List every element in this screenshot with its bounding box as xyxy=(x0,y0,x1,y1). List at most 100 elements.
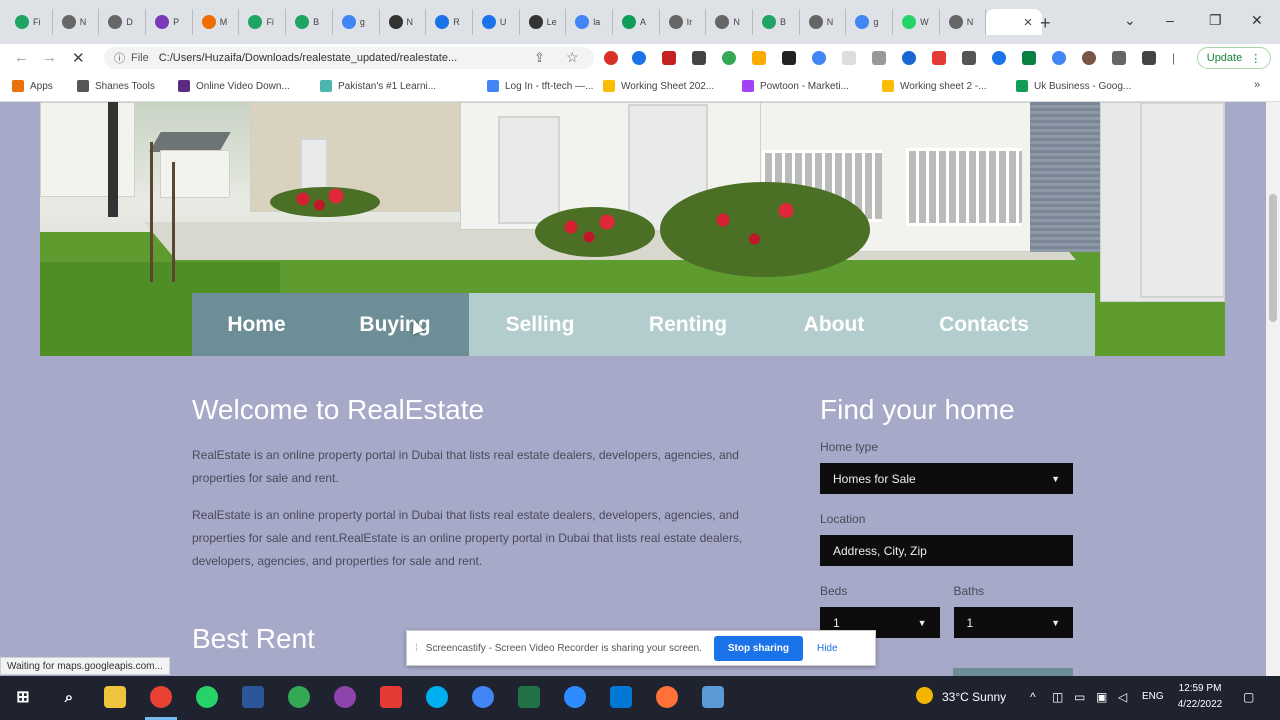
share-icon[interactable]: ⇪ xyxy=(534,50,545,66)
new-tab-button[interactable]: + xyxy=(1040,13,1051,34)
page-scrollbar[interactable] xyxy=(1266,102,1280,676)
baths-select[interactable]: 1 ▼ xyxy=(953,607,1073,638)
scrollbar-thumb[interactable] xyxy=(1269,194,1277,322)
screen-recorder-taskbar-icon[interactable] xyxy=(380,686,402,708)
forward-icon[interactable]: → xyxy=(42,49,57,66)
bookmark-item[interactable]: Working sheet 2 -... xyxy=(882,80,987,92)
extension-a-icon[interactable] xyxy=(782,51,796,65)
word-taskbar-icon[interactable] xyxy=(242,686,264,708)
more-menu-icon[interactable]: ⋮ xyxy=(1250,52,1261,65)
browser-tab[interactable]: la xyxy=(566,9,613,35)
file-explorer-icon[interactable] xyxy=(104,686,126,708)
weather-sun-icon[interactable] xyxy=(916,687,933,704)
volume-icon[interactable]: ◁ xyxy=(1118,690,1127,704)
vscode-taskbar-icon[interactable] xyxy=(610,686,632,708)
nav-contacts[interactable]: Contacts xyxy=(903,293,1065,356)
extension-dark-icon[interactable] xyxy=(692,51,706,65)
browser-tab[interactable]: g xyxy=(846,9,894,35)
browser-tab[interactable]: N xyxy=(53,9,100,35)
camera-icon[interactable]: ▣ xyxy=(1096,690,1107,704)
extension-pdf-icon[interactable] xyxy=(662,51,676,65)
photos-taskbar-icon[interactable] xyxy=(702,686,724,708)
nav-buying[interactable]: Buying xyxy=(321,293,469,356)
tray-overflow-icon[interactable]: ^ xyxy=(1030,690,1036,704)
bookmark-item[interactable]: Shanes Tools xyxy=(77,80,155,92)
extension-green-icon[interactable] xyxy=(722,51,736,65)
firefox-taskbar-icon[interactable] xyxy=(656,686,678,708)
browser-tab[interactable]: N xyxy=(706,9,753,35)
bookmarks-more-icon[interactable]: » xyxy=(1254,79,1260,91)
address-bar[interactable]: ⓘ File C:/Users/Huzaifa/Downloads/reales… xyxy=(104,47,594,69)
network-icon[interactable]: ◫ xyxy=(1052,690,1063,704)
browser-tab[interactable]: P xyxy=(146,9,193,35)
extension-red2-icon[interactable] xyxy=(932,51,946,65)
browser-tab[interactable]: D xyxy=(99,9,147,35)
bookmark-item[interactable]: Uk Business - Goog... xyxy=(1016,80,1131,92)
search-icon[interactable]: ⌕ xyxy=(58,686,80,708)
extension-at-icon[interactable] xyxy=(1052,51,1066,65)
bookmark-item[interactable]: Log In - tft-tech —... xyxy=(487,80,593,92)
extension-sheets-icon[interactable] xyxy=(1022,51,1036,65)
browser-tab[interactable]: g xyxy=(333,9,380,35)
browser-tab[interactable]: A xyxy=(613,9,660,35)
bookmark-item[interactable]: Powtoon - Marketi... xyxy=(742,80,849,92)
nav-selling[interactable]: Selling xyxy=(469,293,611,356)
browser-tab[interactable]: Fi xyxy=(239,9,287,35)
bookmark-item[interactable]: Apps xyxy=(12,80,53,92)
language-indicator[interactable]: ENG xyxy=(1142,691,1164,702)
bookmark-item[interactable]: Online Video Down... xyxy=(178,80,290,92)
browser-tab[interactable]: N xyxy=(940,9,987,35)
hide-share-bar-link[interactable]: Hide xyxy=(817,643,838,654)
active-tab[interactable]: × xyxy=(986,9,1043,35)
bookmark-item[interactable]: Working Sheet 202... xyxy=(603,80,714,92)
browser-tab[interactable]: Le xyxy=(520,9,567,35)
battery-icon[interactable]: ▭ xyxy=(1074,690,1085,704)
github-taskbar-icon[interactable] xyxy=(334,686,356,708)
excel-taskbar-icon[interactable] xyxy=(518,686,540,708)
browser-tab[interactable]: N xyxy=(800,9,847,35)
taskbar-clock[interactable]: 12:59 PM 4/22/2022 xyxy=(1170,681,1230,713)
home-type-select[interactable]: Homes for Sale ▼ xyxy=(820,463,1073,494)
extension-grid-icon[interactable] xyxy=(962,51,976,65)
search-button-partial[interactable] xyxy=(953,668,1073,676)
update-button[interactable]: Update ⋮ xyxy=(1197,47,1271,69)
location-input[interactable]: Address, City, Zip xyxy=(820,535,1073,566)
browser-tab[interactable]: M xyxy=(193,9,240,35)
minimize-button[interactable]: – xyxy=(1166,12,1174,28)
close-tab-icon[interactable]: × xyxy=(1024,14,1033,31)
site-info-icon[interactable]: ⓘ xyxy=(114,50,125,66)
whatsapp-taskbar-icon[interactable] xyxy=(196,686,218,708)
nav-about[interactable]: About xyxy=(765,293,903,356)
notifications-icon[interactable]: ▢ xyxy=(1243,690,1254,704)
bookmark-star-icon[interactable]: ☆ xyxy=(566,49,579,66)
extension-blue2-icon[interactable] xyxy=(812,51,826,65)
extension-mail-icon[interactable] xyxy=(842,51,856,65)
browser-tab[interactable]: B xyxy=(753,9,800,35)
extension-gray-icon[interactable] xyxy=(872,51,886,65)
close-window-button[interactable]: ✕ xyxy=(1251,12,1263,29)
skype-taskbar-icon[interactable] xyxy=(426,686,448,708)
browser-tab[interactable]: R xyxy=(426,9,473,35)
nav-home[interactable]: Home xyxy=(192,293,321,356)
nav-renting[interactable]: Renting xyxy=(611,293,765,356)
zoom-taskbar-icon[interactable] xyxy=(564,686,586,708)
stop-sharing-button[interactable]: Stop sharing xyxy=(713,635,803,661)
maximize-button[interactable]: ❐ xyxy=(1209,12,1222,29)
extensions-puzzle-icon[interactable] xyxy=(1112,51,1126,65)
stop-loading-icon[interactable]: ✕ xyxy=(72,49,85,67)
extension-red-icon[interactable] xyxy=(604,51,618,65)
extension-blue-icon[interactable] xyxy=(632,51,646,65)
browser-tab[interactable]: Ir xyxy=(660,9,707,35)
url-text[interactable]: C:/Users/Huzaifa/Downloads/realestate_up… xyxy=(159,52,457,64)
side-panel-icon[interactable] xyxy=(1142,51,1156,65)
extension-globe-icon[interactable] xyxy=(992,51,1006,65)
bookmark-item[interactable]: Pakistan's #1 Learni... xyxy=(320,80,436,92)
browser-tab[interactable]: U xyxy=(473,9,520,35)
back-icon[interactable]: ← xyxy=(14,49,29,66)
browser-tab[interactable]: Fi xyxy=(6,9,53,35)
extension-brown-icon[interactable] xyxy=(1082,51,1096,65)
browser-tab[interactable]: W xyxy=(893,9,940,35)
tab-search-icon[interactable]: ⌄ xyxy=(1124,12,1136,29)
browser-tab[interactable]: B xyxy=(286,9,333,35)
chrome-taskbar-icon[interactable] xyxy=(150,686,172,708)
